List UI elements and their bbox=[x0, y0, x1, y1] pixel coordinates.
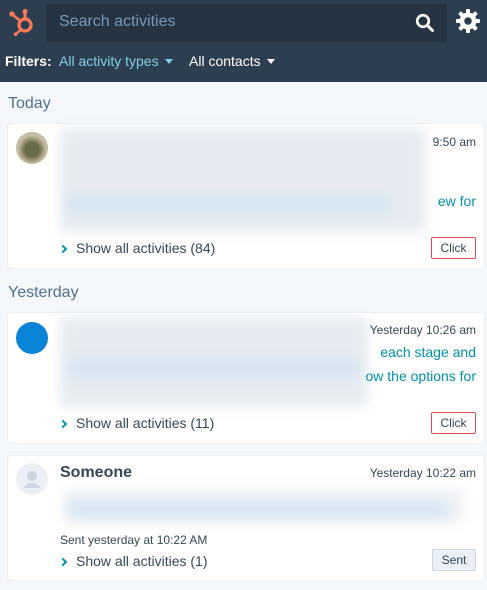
hubspot-logo-icon[interactable] bbox=[8, 8, 38, 36]
show-all-label: Show all activities (84) bbox=[76, 240, 216, 256]
chevron-right-icon bbox=[58, 244, 68, 254]
top-bar: Search activities Filters: All activity … bbox=[0, 0, 487, 82]
contacts-filter-label: All contacts bbox=[189, 53, 261, 69]
redacted-link bbox=[68, 502, 448, 516]
search-placeholder: Search activities bbox=[59, 13, 176, 30]
contact-avatar[interactable] bbox=[16, 132, 48, 164]
gear-icon[interactable] bbox=[455, 8, 481, 34]
activity-card[interactable]: Someone Yesterday 10:22 am Sent yesterda… bbox=[8, 456, 484, 580]
redacted-content bbox=[60, 128, 426, 232]
activity-types-filter-label: All activity types bbox=[59, 53, 159, 69]
redacted-link bbox=[68, 196, 388, 212]
activity-types-filter[interactable]: All activity types bbox=[59, 53, 173, 69]
show-all-activities-link[interactable]: Show all activities (84) bbox=[58, 240, 216, 256]
chevron-right-icon bbox=[58, 419, 68, 429]
caret-down-icon bbox=[266, 59, 275, 64]
contact-avatar[interactable] bbox=[16, 322, 48, 354]
activity-link-line-2[interactable]: ow the options for bbox=[365, 368, 476, 384]
show-all-activities-link[interactable]: Show all activities (1) bbox=[58, 553, 208, 569]
search-icon[interactable] bbox=[415, 13, 435, 33]
section-heading-yesterday: Yesterday bbox=[8, 284, 79, 301]
filters-bar: Filters: All activity types All contacts bbox=[5, 53, 275, 69]
contacts-filter[interactable]: All contacts bbox=[189, 53, 275, 69]
chevron-right-icon bbox=[58, 557, 68, 567]
click-badge: Click bbox=[431, 237, 476, 259]
activity-card[interactable]: 9:50 am ew for Show all activities (84) … bbox=[8, 124, 484, 268]
activity-time: Yesterday 10:22 am bbox=[369, 466, 476, 480]
show-all-label: Show all activities (11) bbox=[76, 415, 215, 431]
activity-time: 9:50 am bbox=[432, 135, 476, 149]
sent-timestamp: Sent yesterday at 10:22 AM bbox=[60, 533, 208, 547]
show-all-label: Show all activities (1) bbox=[76, 553, 208, 569]
activity-link-line-1[interactable]: each stage and bbox=[380, 344, 476, 360]
contact-name[interactable]: Someone bbox=[60, 464, 132, 482]
filters-label: Filters: bbox=[5, 53, 52, 69]
sent-badge: Sent bbox=[432, 549, 476, 571]
activity-card[interactable]: Yesterday 10:26 am each stage and ow the… bbox=[8, 313, 484, 443]
activity-link[interactable]: ew for bbox=[438, 193, 476, 209]
section-heading-today: Today bbox=[8, 95, 51, 112]
click-badge: Click bbox=[431, 412, 476, 434]
caret-down-icon bbox=[164, 59, 173, 64]
show-all-activities-link[interactable]: Show all activities (11) bbox=[58, 415, 215, 431]
search-input[interactable]: Search activities bbox=[46, 4, 447, 42]
activity-time: Yesterday 10:26 am bbox=[369, 323, 476, 337]
default-avatar-icon[interactable] bbox=[16, 463, 48, 495]
redacted-link bbox=[68, 361, 358, 375]
